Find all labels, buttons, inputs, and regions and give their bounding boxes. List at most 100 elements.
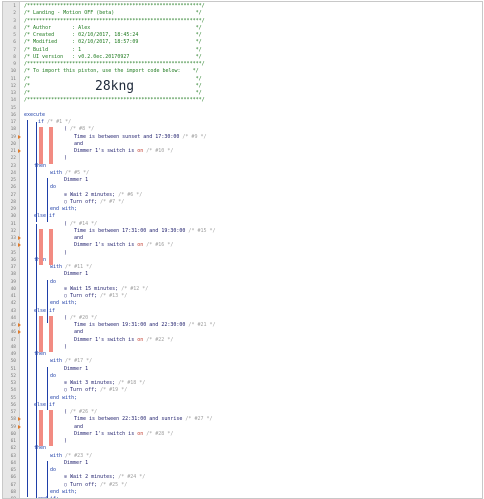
line-number: 65: [10, 468, 16, 473]
code-viewer: 1 /**************************************…: [2, 1, 483, 499]
code-token: /***************************************…: [24, 97, 205, 104]
code-line: 54 ○ Turn off; /* #19 */: [3, 387, 482, 394]
code-line: 48): [3, 344, 482, 351]
line-number: 44: [10, 315, 16, 321]
code-line: 36 then: [3, 257, 482, 264]
code-token: /* #27 */: [182, 416, 213, 423]
line-number: 55: [10, 395, 16, 401]
code-text: /* Landing - Motion OFF (beta) */: [24, 10, 480, 17]
code-line: 22): [3, 155, 482, 162]
line-number: 62: [10, 446, 16, 452]
code-text: Time is between sunset and 17:30:00 /* #…: [74, 134, 480, 141]
line-number: 13: [10, 91, 16, 96]
line-number: 47: [10, 337, 16, 343]
line-number: 31: [10, 221, 16, 227]
code-line: 63 with /* #23 */: [3, 453, 482, 460]
line-number: 28: [10, 199, 16, 205]
code-line: 15: [3, 105, 482, 112]
code-token: Turn off;: [70, 293, 98, 299]
code-token: do: [50, 184, 57, 191]
code-token: Wait 3 minutes;: [70, 380, 116, 386]
code-token: /* #9 */: [179, 133, 207, 140]
line-number: 24: [10, 170, 16, 176]
code-line: 11 /* */: [3, 76, 482, 83]
code-line: 7 /* Build : 1 */: [3, 47, 482, 54]
code-token: Time is between: [74, 322, 123, 328]
line-number: 7: [13, 47, 16, 53]
block-guide: [47, 178, 48, 222]
code-text: ○ Turn off; /* #13 */: [64, 293, 480, 300]
code-line: 14 /*************************************…: [3, 97, 482, 104]
code-text: /***************************************…: [24, 61, 480, 68]
code-token: Dimmer 1: [64, 271, 89, 278]
code-text: Dimmer 1: [64, 177, 480, 184]
code-token: Dimmer 1's switch is: [74, 336, 138, 343]
code-token: ): [64, 155, 68, 162]
block-guide: [36, 310, 37, 410]
code-line: 64 Dimmer 1: [3, 460, 482, 467]
line-number: 15: [10, 105, 16, 111]
code-token: do: [50, 278, 57, 285]
code-text: Time is between 22:31:00 and sunrise /* …: [74, 416, 480, 423]
code-line: 52 do: [3, 373, 482, 380]
line-number: 40: [10, 286, 16, 292]
code-token: /* #15 */: [185, 227, 216, 234]
code-token: else if: [34, 213, 56, 220]
code-token: /* #17 */: [62, 358, 93, 365]
line-number: 39: [10, 279, 16, 285]
code-token: sunrise: [161, 416, 183, 423]
code-text: /* Author : Alex */: [24, 25, 480, 32]
code-line: 21 Dimmer 1's switch is on /* #10 */: [3, 148, 482, 155]
code-line: 43 else if: [3, 308, 482, 315]
code-token: /* #26 */: [67, 409, 98, 415]
code-line: 45 Time is between 19:31:00 and 22:30:00 …: [3, 322, 482, 329]
code-token: /* To import this piston, use the import…: [24, 68, 199, 75]
code-token: and: [74, 329, 84, 336]
code-token: ): [64, 249, 68, 256]
code-token: 19:30:00: [161, 227, 186, 234]
code-line: 58 Time is between 22:31:00 and sunrise /…: [3, 416, 482, 423]
line-number: 50: [10, 359, 16, 365]
block-guide: [36, 223, 37, 323]
code-line: 47 Dimmer 1's switch is on /* #22 */: [3, 337, 482, 344]
code-line: 34 Dimmer 1's switch is on /* #16 */: [3, 242, 482, 249]
code-text: else if: [34, 213, 480, 220]
code-token: /* #22 */: [143, 336, 174, 343]
code-token: /* #18 */: [115, 380, 146, 386]
code-text: /* Modified : 02/10/2017, 18:57:09 */: [24, 39, 480, 46]
code-line: 32 Time is between 17:31:00 and 19:30:00 …: [3, 228, 482, 235]
code-text: end with;: [50, 489, 480, 496]
code-line: 56 else if: [3, 402, 482, 409]
code-text: Dimmer 1: [64, 366, 480, 373]
code-text: else if: [34, 308, 480, 315]
code-line: 6 /* Modified : 02/10/2017, 18:57:09 */: [3, 39, 482, 46]
code-line: 40 ⊙ Wait 15 minutes; /* #12 */: [3, 286, 482, 293]
code-text: Dimmer 1's switch is on /* #28 */: [74, 431, 480, 438]
code-line: 68 end with;: [3, 489, 482, 496]
code-line: 16 execute: [3, 112, 482, 119]
code-text: ): [64, 155, 480, 162]
warning-marker-icon: [18, 417, 21, 422]
code-text: do: [50, 279, 480, 286]
line-number: 27: [10, 192, 16, 198]
block-guide: [27, 120, 28, 497]
code-token: end with;: [50, 206, 78, 212]
code-token: /* #10 */: [143, 148, 174, 154]
code-line: 3 /**************************************…: [3, 18, 482, 25]
code-line: 4 /* Author : Alex */: [3, 25, 482, 32]
code-token: /* #21 */: [185, 322, 216, 328]
code-text: end with;: [50, 206, 480, 213]
line-number: 21: [10, 149, 16, 154]
code-text: /***************************************…: [24, 97, 480, 104]
code-token: /* #5 */: [62, 169, 90, 176]
line-number: 6: [13, 40, 16, 46]
warning-marker-icon: [18, 149, 21, 153]
code-text: end with;: [50, 395, 480, 402]
code-line: 30 else if: [3, 213, 482, 220]
code-text: ): [64, 438, 480, 445]
code-token: end with;: [50, 300, 78, 307]
code-text: and: [74, 235, 480, 242]
line-number: 17: [10, 120, 16, 125]
condition-bar: [39, 410, 43, 447]
code-token: /* #14 */: [67, 220, 98, 227]
